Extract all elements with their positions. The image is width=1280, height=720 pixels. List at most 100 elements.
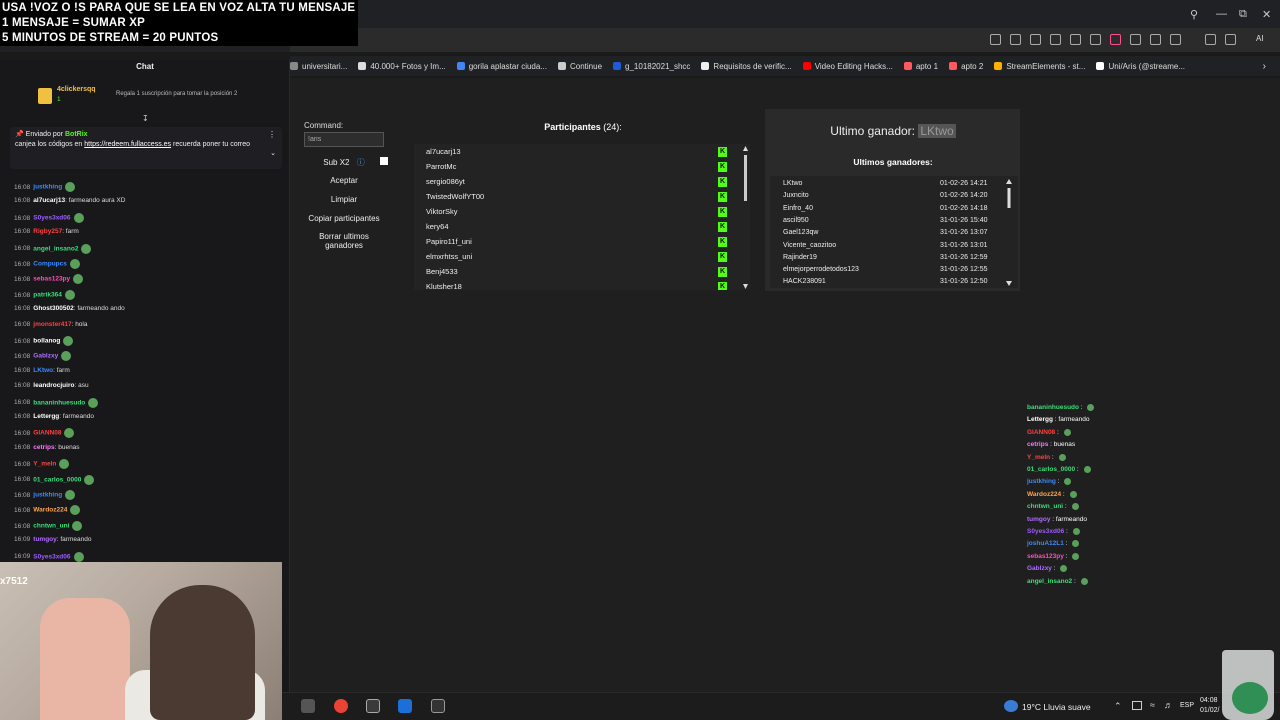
menu-icon[interactable] [1150,34,1161,45]
wifi-icon[interactable]: ≈ [1150,700,1155,710]
winner-row[interactable]: Vicente_caozitoo 31-01-26 13:01 [783,242,993,249]
chat-username[interactable]: Gablzxy [33,353,58,360]
chat-username[interactable]: sebas123py [33,276,70,283]
bookmark-item[interactable]: Requisitos de verific... [701,62,792,71]
bookmark-item[interactable]: universitari... [290,62,347,71]
chat-username[interactable]: justkhing [33,184,62,191]
heart-icon[interactable] [1110,34,1121,45]
winners-list[interactable]: LKtwo 01-02-26 14:21 Juxncito 01-02-26 14:2… [770,176,1018,288]
edit-icon[interactable] [1010,34,1021,45]
command-input[interactable] [304,132,384,147]
chat-username[interactable]: bananinhuesudo [33,399,85,406]
chat-username[interactable]: justkhing [33,492,62,499]
participant-name[interactable]: al7ucarj13 [426,147,461,156]
chat-username[interactable]: Lettergg [33,413,59,420]
winner-row[interactable]: Einfro_40 01-02-26 14:18 [783,205,993,212]
sub-x2-toggle[interactable]: Sub X2 ⓘ [304,157,384,168]
chat-username[interactable]: Wardoz224 [33,507,67,514]
clear-button[interactable]: Limpiar [304,195,384,204]
more-options-icon[interactable]: ⋮ [268,130,276,140]
participant-name[interactable]: ParrotMc [426,162,456,171]
bookmark-item[interactable]: g_10182021_shcc [613,62,690,71]
minimize-icon[interactable]: — [1216,8,1227,20]
chat-username[interactable]: tumgoy [33,536,56,543]
search-icon[interactable]: ⚲ [1190,8,1198,21]
winner-row[interactable]: ascil950 31-01-26 15:40 [783,217,993,224]
winner-row[interactable]: Juxncito 01-02-26 14:20 [783,192,993,199]
participant-name[interactable]: ViktorSky [426,207,458,216]
diamond-icon[interactable] [1205,34,1216,45]
chat-username[interactable]: Rigby257 [33,228,62,235]
participant-name[interactable]: TwistedWolfYT00 [426,192,484,201]
chat-username[interactable]: GIANN08 [33,430,61,437]
bookmark-item[interactable]: 40.000+ Fotos y Im... [358,62,446,71]
winners-scrollbar[interactable] [1006,178,1012,288]
chat-username[interactable]: S0yes3xd06 [33,215,70,222]
chrome-icon[interactable] [334,699,348,713]
participants-scrollbar[interactable] [743,145,748,290]
bookmarks-overflow-icon[interactable]: › [1263,61,1266,72]
pinned-link[interactable]: https://redeem.fullaccess.es [84,141,171,148]
chat-username[interactable]: cetrips [33,444,54,451]
file-explorer-icon[interactable] [366,699,380,713]
download-icon[interactable] [1130,34,1141,45]
ai-icon[interactable]: AI [1256,34,1274,45]
chat-username[interactable]: jmonster417 [33,321,71,328]
chat-username[interactable]: al7ucarj13 [33,197,65,204]
pinned-by-user[interactable]: BotRix [65,131,88,138]
gift-banner[interactable]: 4clickersqq 1 Regala 1 suscripción para … [38,86,288,110]
chat-username[interactable]: chntwn_uni [33,523,69,530]
chat-username[interactable]: bollanog [33,338,60,345]
copy-participants-button[interactable]: Copiar participantes [304,214,384,223]
accept-button[interactable]: Aceptar [304,176,384,185]
bookmark-item[interactable]: Video Editing Hacks... [802,62,893,71]
display-icon[interactable] [1132,701,1142,710]
pin-arrow-icon[interactable]: ↧ [142,114,149,123]
participants-list[interactable]: al7ucarj13 K ParrotMc Ksergio086yt K TwistedW… [414,144,750,290]
participant-name[interactable]: kery64 [426,222,449,231]
weather-widget[interactable]: 19°C Lluvia suave [1022,702,1091,712]
camera-icon[interactable] [1030,34,1041,45]
winner-row[interactable]: Gael123qw 31-01-26 13:07 [783,229,993,236]
sub-x2-checkbox[interactable] [380,157,388,165]
chat-username[interactable]: Ghost300502 [33,305,73,312]
participant-name[interactable]: elmxrhtss_uni [426,252,472,261]
shield-icon[interactable] [1050,34,1061,45]
pinned-message[interactable]: 📌 Enviado por BotRix canjea los códigos … [10,127,282,169]
volume-icon[interactable]: ♬ [1164,700,1173,710]
participant-name[interactable]: Papiro11f_uni [426,237,472,246]
participant-name[interactable]: sergio086yt [426,177,465,186]
play-icon[interactable] [1090,34,1101,45]
zoom-icon[interactable] [990,34,1001,45]
chat-username[interactable]: Y_meln [33,461,56,468]
language-indicator[interactable]: ESP [1180,702,1194,709]
winner-row[interactable]: Rajinder19 31-01-26 12:59 [783,254,993,261]
chat-username[interactable]: leandrocjuiro [33,382,74,389]
participant-name[interactable]: Benj4533 [426,267,458,276]
chat-username[interactable]: patrik364 [33,292,62,299]
clock[interactable]: 04:08 01/02/ [1200,696,1219,716]
steam-icon[interactable] [398,699,412,713]
bookmark-item[interactable]: StreamElements - st... [994,62,1085,71]
bookmark-item[interactable]: apto 1 [903,62,938,71]
close-icon[interactable]: ✕ [1262,8,1271,21]
chevron-up-icon[interactable]: ⌃ [1114,701,1122,712]
chat-username[interactable]: angel_insano2 [33,245,78,252]
winner-row[interactable]: LKtwo 01-02-26 14:21 [783,180,993,187]
chat-username[interactable]: 01_carlos_0000 [33,476,81,483]
chat-username[interactable]: Compupcs [33,261,67,268]
bookmark-item[interactable]: gorila aplastar ciuda... [456,62,547,71]
participant-name[interactable]: Klutsher18 [426,282,462,290]
bookmark-item[interactable]: Continue [558,62,602,71]
lock-icon[interactable] [1170,34,1181,45]
cube-icon[interactable] [1225,34,1236,45]
chat-username[interactable]: S0yes3xd06 [33,553,70,560]
delete-winners-button[interactable]: Borrar ultimos ganadores [304,232,384,250]
extension-icon[interactable] [1070,34,1081,45]
chat-username[interactable]: LKtwo [33,367,53,374]
winner-row[interactable]: HACK238091 31-01-26 12:50 [783,278,993,285]
maximize-icon[interactable]: ⧉ [1239,8,1247,21]
epic-games-icon[interactable] [431,699,445,713]
bookmark-item[interactable]: apto 2 [949,62,983,71]
winner-row[interactable]: elmejorperrodetodos123 31-01-26 12:55 [783,266,993,273]
